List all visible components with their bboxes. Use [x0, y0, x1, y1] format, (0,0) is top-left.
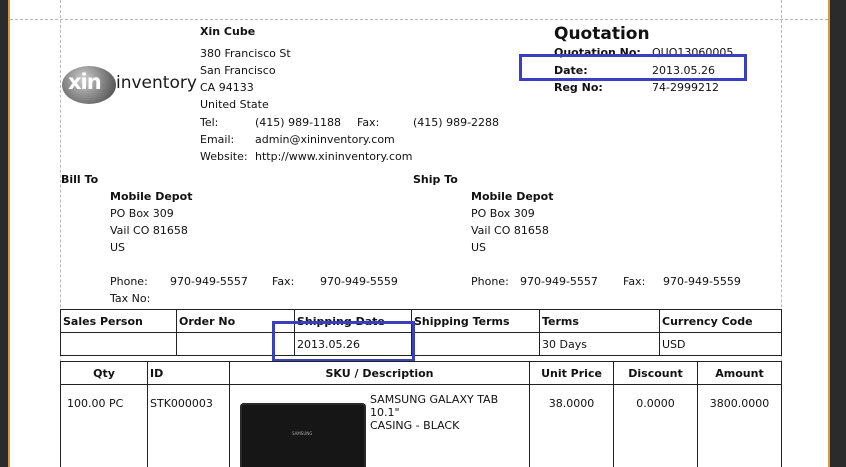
margin-guide-top	[10, 19, 828, 20]
item-description-line-1: SAMSUNG GALAXY TAB 10.1"	[370, 393, 499, 419]
bill-to-phone: 970-949-5557	[170, 275, 248, 288]
header-qty: Qty	[60, 361, 148, 385]
order-info-table: Sales Person Order No Shipping Date Ship…	[60, 309, 782, 356]
terms-value: 30 Days	[539, 332, 660, 356]
logo-mark: xin	[68, 70, 102, 94]
reg-no: 74-2999212	[652, 81, 719, 94]
header-discount: Discount	[613, 361, 698, 385]
shipping-terms-value	[411, 332, 540, 356]
items-table: Qty ID SKU / Description Unit Price Disc…	[60, 361, 782, 467]
header-sku-description: SKU / Description	[229, 361, 530, 385]
ship-to-line-2: Vail CO 81658	[471, 224, 549, 237]
header-sales-person: Sales Person	[60, 309, 177, 333]
header-id: ID	[147, 361, 230, 385]
bill-to-taxno-label: Tax No:	[110, 292, 151, 305]
item-id: STK000003	[147, 384, 230, 467]
item-qty: 100.00 PC	[60, 384, 148, 467]
ship-to-line-1: PO Box 309	[471, 207, 535, 220]
company-address-3: CA 94133	[200, 81, 254, 94]
header-unit-price: Unit Price	[529, 361, 614, 385]
company-email: admin@xininventory.com	[255, 133, 395, 146]
window-left-border	[0, 0, 10, 467]
company-name: Xin Cube	[200, 25, 256, 38]
bill-to-line-2: Vail CO 81658	[110, 224, 188, 237]
item-amount: 3800.0000	[697, 384, 782, 467]
bill-to-heading: Bill To	[61, 173, 99, 186]
company-address-4: United State	[200, 98, 269, 111]
company-address-2: San Francisco	[200, 64, 276, 77]
bill-to-line-1: PO Box 309	[110, 207, 174, 220]
items-header-row: Qty ID SKU / Description Unit Price Disc…	[60, 361, 782, 385]
document-title: Quotation	[554, 24, 650, 44]
item-unit-price: 38.0000	[529, 384, 614, 467]
header-terms: Terms	[539, 309, 660, 333]
bill-to-fax-label: Fax:	[272, 275, 295, 288]
item-description-line-2: CASING - BLACK	[370, 419, 460, 432]
header-currency-code: Currency Code	[659, 309, 782, 333]
order-info-header-row: Sales Person Order No Shipping Date Ship…	[60, 309, 782, 333]
currency-code-value: USD	[659, 332, 782, 356]
logo-wordmark: inventory	[116, 73, 197, 93]
company-logo: xin inventory	[62, 66, 197, 104]
company-tel: (415) 989-1188	[255, 116, 342, 129]
ship-to-name: Mobile Depot	[471, 190, 554, 203]
shipping-date-highlight-box	[272, 321, 415, 362]
company-address-1: 380 Francisco St	[200, 47, 291, 60]
report-page: xin inventory Xin Cube 380 Francisco St …	[10, 0, 828, 467]
sales-person-value	[60, 332, 177, 356]
bill-to-fax: 970-949-5559	[320, 275, 398, 288]
order-info-value-row: 2013.05.26 30 Days USD	[60, 332, 782, 356]
product-image-tablet-case: SAMSUNG	[240, 403, 366, 467]
company-fax: (415) 989-2288	[413, 116, 500, 129]
window-right-border	[828, 0, 846, 467]
header-amount: Amount	[697, 361, 782, 385]
ship-to-heading: Ship To	[413, 173, 458, 186]
ship-to-line-3: US	[471, 241, 487, 254]
company-email-label: Email:	[200, 133, 235, 146]
bill-to-name: Mobile Depot	[110, 190, 193, 203]
item-discount: 0.0000	[613, 384, 698, 467]
company-website: http://www.xininventory.com	[255, 150, 413, 163]
company-tel-label: Tel:	[200, 116, 219, 129]
ship-to-fax-label: Fax:	[623, 275, 646, 288]
product-image-brand: SAMSUNG	[292, 431, 313, 436]
header-shipping-terms: Shipping Terms	[411, 309, 540, 333]
reg-no-label: Reg No:	[554, 81, 603, 94]
ship-to-phone-label: Phone:	[471, 275, 509, 288]
ship-to-phone: 970-949-5557	[520, 275, 598, 288]
ship-to-fax: 970-949-5559	[663, 275, 741, 288]
bill-to-line-3: US	[110, 241, 126, 254]
date-highlight-box	[519, 54, 747, 81]
bill-to-phone-label: Phone:	[110, 275, 148, 288]
company-fax-label: Fax:	[357, 116, 380, 129]
company-website-label: Website:	[200, 150, 248, 163]
table-row: 100.00 PC STK000003 SAMSUNG GALAXY TAB 1…	[60, 384, 782, 467]
